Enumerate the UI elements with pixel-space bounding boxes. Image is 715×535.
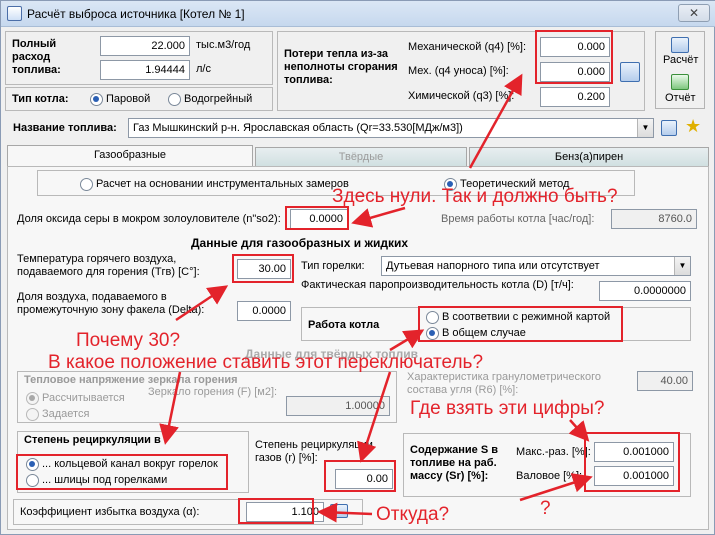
arrow-to-heat-losses bbox=[468, 73, 523, 169]
annotation-zeros: Здесь нули. Так и должно быть? bbox=[332, 186, 618, 207]
arrow-to-excess-air bbox=[317, 502, 373, 523]
annotation-switch: В какое положение ставить этот переключа… bbox=[48, 352, 484, 373]
arrow-to-boiler-mode bbox=[389, 329, 425, 352]
annotation-from-where: Откуда? bbox=[376, 504, 450, 525]
annotation-why30: Почему 30? bbox=[76, 330, 181, 351]
arrow-to-sulfur bbox=[568, 419, 590, 442]
annotation-numbers: Где взять эти цифры? bbox=[410, 398, 605, 419]
arrow-to-hot-air bbox=[175, 285, 229, 322]
arrow-to-sulfur-oxide bbox=[351, 206, 406, 228]
arrow-question-to-sulfur bbox=[519, 473, 593, 502]
annotation-arrows bbox=[159, 73, 593, 523]
arrow-to-recirc-gas bbox=[357, 371, 392, 463]
arrow-to-recirculation bbox=[159, 371, 182, 445]
annotation-question: ? bbox=[540, 498, 551, 519]
